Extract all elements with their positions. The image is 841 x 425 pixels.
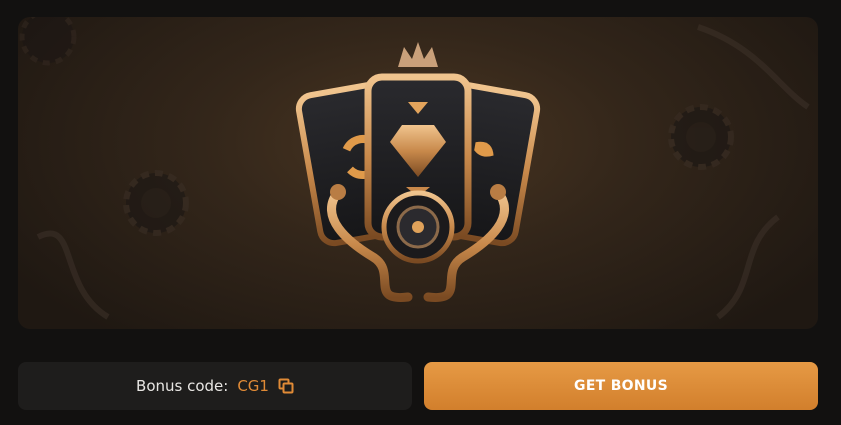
copy-icon[interactable] bbox=[278, 378, 294, 394]
get-bonus-button[interactable]: GET BONUS bbox=[424, 362, 818, 410]
poker-chip-icon bbox=[668, 104, 734, 170]
bonus-code-label: Bonus code: bbox=[136, 377, 229, 395]
roulette-medallion-icon bbox=[381, 190, 455, 264]
snake-icon bbox=[697, 24, 810, 110]
snake-icon bbox=[716, 214, 780, 320]
promo-banner bbox=[18, 17, 818, 329]
bonus-code-value[interactable]: CG1 bbox=[237, 377, 269, 395]
snake-icon bbox=[36, 230, 110, 320]
casino-cards-crest-icon bbox=[19, 17, 810, 320]
poker-chip-icon bbox=[123, 170, 189, 236]
poker-chip-icon bbox=[19, 17, 77, 66]
crown-icon bbox=[398, 42, 438, 67]
bonus-code-panel: Bonus code: CG1 bbox=[18, 362, 412, 410]
